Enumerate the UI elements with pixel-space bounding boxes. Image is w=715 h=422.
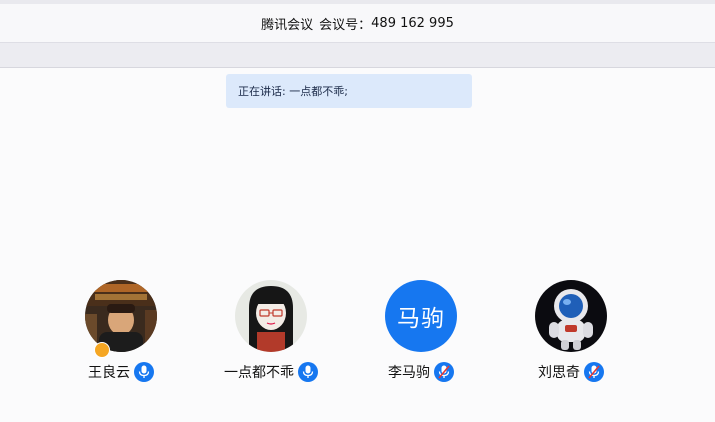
avatar-photo — [85, 280, 157, 352]
mic-muted-icon[interactable] — [434, 362, 454, 382]
mic-muted-icon[interactable] — [584, 362, 604, 382]
meeting-id: 489 162 995 — [371, 15, 454, 31]
participant-tile[interactable]: 刘思奇 — [516, 280, 626, 383]
host-badge — [94, 342, 110, 358]
title-bar: 腾讯会议 会议号： 489 162 995 — [0, 4, 715, 42]
participant-name: 刘思奇 — [538, 365, 580, 381]
avatar[interactable] — [535, 280, 607, 352]
participant-tile[interactable]: 王良云 — [66, 280, 176, 383]
name-row: 李马驹 — [388, 361, 454, 383]
avatar-initials[interactable]: 马驹 — [385, 280, 457, 352]
toolbar-band — [0, 42, 715, 68]
mic-on-icon[interactable] — [134, 362, 154, 382]
app-name: 腾讯会议 — [261, 17, 314, 33]
avatar[interactable] — [85, 280, 157, 352]
name-row: 一点都不乖 — [224, 361, 318, 383]
speaking-text: 正在讲话: 一点都不乖; — [238, 85, 348, 98]
meeting-window: 腾讯会议 会议号： 489 162 995 正在讲话: 一点都不乖; 王良云 一… — [0, 0, 715, 422]
avatar-initials-text: 马驹 — [397, 306, 445, 332]
participant-name: 一点都不乖 — [224, 365, 294, 381]
avatar-astronaut — [535, 280, 607, 352]
name-row: 刘思奇 — [538, 361, 604, 383]
participant-tile[interactable]: 马驹 李马驹 — [366, 280, 476, 383]
speaking-banner: 正在讲话: 一点都不乖; — [226, 74, 472, 108]
participant-name: 王良云 — [88, 365, 130, 381]
mic-on-icon[interactable] — [298, 362, 318, 382]
participant-name: 李马驹 — [388, 365, 430, 381]
participant-list: 王良云 一点都不乖 马驹 李马驹 刘思奇 — [0, 280, 715, 390]
participant-tile[interactable]: 一点都不乖 — [216, 280, 326, 383]
avatar-cartoon — [235, 280, 307, 352]
name-row: 王良云 — [88, 361, 154, 383]
meeting-id-label: 会议号： — [319, 17, 372, 33]
avatar[interactable] — [235, 280, 307, 352]
